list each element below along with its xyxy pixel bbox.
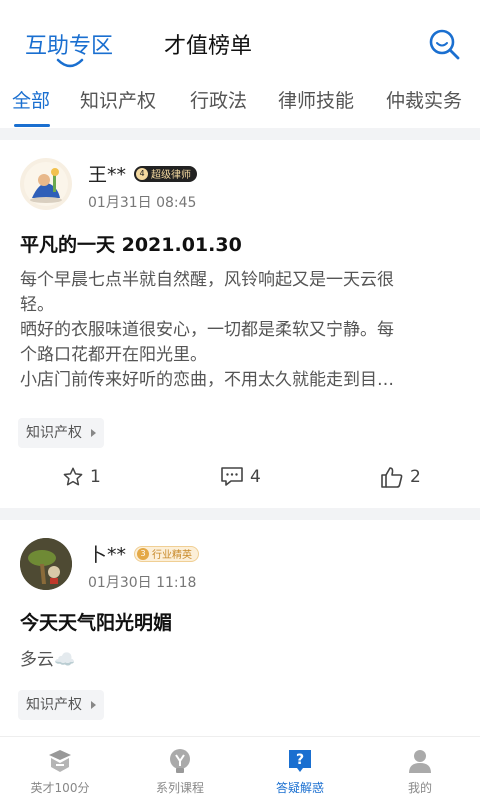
level-badge: 4 超级律师: [134, 165, 198, 182]
level-badge: 3 行业精英: [134, 545, 200, 562]
divider: [0, 508, 480, 520]
post-tag[interactable]: 知识产权: [18, 418, 104, 448]
post-tag[interactable]: 知识产权: [18, 690, 104, 720]
comment-button[interactable]: 4: [220, 466, 261, 488]
tab-ranking[interactable]: 才值榜单: [164, 28, 252, 60]
divider: [0, 128, 480, 140]
active-tab-indicator: [56, 58, 84, 68]
nav-courses[interactable]: 系列课程: [120, 737, 240, 800]
post-title[interactable]: 今天天气阳光明媚: [20, 608, 172, 635]
category-tabs: 全部 知识产权 行政法 律师技能 仲裁实务: [0, 80, 480, 126]
author-name: 王** 4 超级律师: [88, 160, 198, 187]
avatar[interactable]: [20, 158, 72, 210]
like-button[interactable]: 2: [380, 466, 421, 488]
bottom-nav: 英才100分 系列课程 ? 答疑解惑 我的: [0, 736, 480, 800]
post-body[interactable]: 每个早晨七点半就自然醒，风铃响起又是一天云很 轻。 晒好的衣服味道很安心，一切都…: [20, 268, 460, 393]
category-ip[interactable]: 知识产权: [80, 86, 156, 113]
post-body[interactable]: 多云☁️: [20, 648, 460, 673]
search-icon[interactable]: [426, 26, 462, 62]
tab-mutual-help[interactable]: 互助专区: [25, 28, 113, 60]
favorite-button[interactable]: 1: [62, 466, 101, 488]
svg-text:?: ?: [296, 752, 304, 768]
post-card[interactable]: 王** 4 超级律师 01月31日 08:45 平凡的一天 2021.01.30…: [0, 140, 480, 508]
category-lawyer-skills[interactable]: 律师技能: [278, 86, 354, 113]
nav-mine[interactable]: 我的: [360, 737, 480, 800]
thumbs-up-icon: [381, 467, 403, 488]
category-all[interactable]: 全部: [12, 86, 50, 113]
category-arbitration[interactable]: 仲裁实务: [386, 86, 462, 113]
category-admin-law[interactable]: 行政法: [190, 86, 247, 113]
question-icon: ?: [289, 750, 311, 772]
post-time: 01月30日 11:18: [88, 575, 197, 591]
comment-icon: [221, 467, 243, 486]
nav-yingcai[interactable]: 英才100分: [0, 737, 120, 800]
author-name: 卜** 3 行业精英: [88, 540, 200, 567]
nav-qa[interactable]: ? 答疑解惑: [240, 737, 360, 800]
post-card[interactable]: 卜** 3 行业精英 01月30日 11:18 今天天气阳光明媚 多云☁️ 知识…: [0, 520, 480, 736]
star-icon: [63, 467, 83, 486]
header: 互助专区 才值榜单: [0, 0, 480, 80]
avatar[interactable]: [20, 538, 72, 590]
category-underline: [14, 124, 50, 127]
post-title[interactable]: 平凡的一天 2021.01.30: [20, 230, 242, 257]
user-icon: [409, 750, 431, 773]
post-actions: 1 4 2: [0, 466, 480, 496]
lightbulb-icon: [170, 749, 190, 773]
post-time: 01月31日 08:45: [88, 195, 197, 211]
book-icon: [49, 750, 71, 772]
